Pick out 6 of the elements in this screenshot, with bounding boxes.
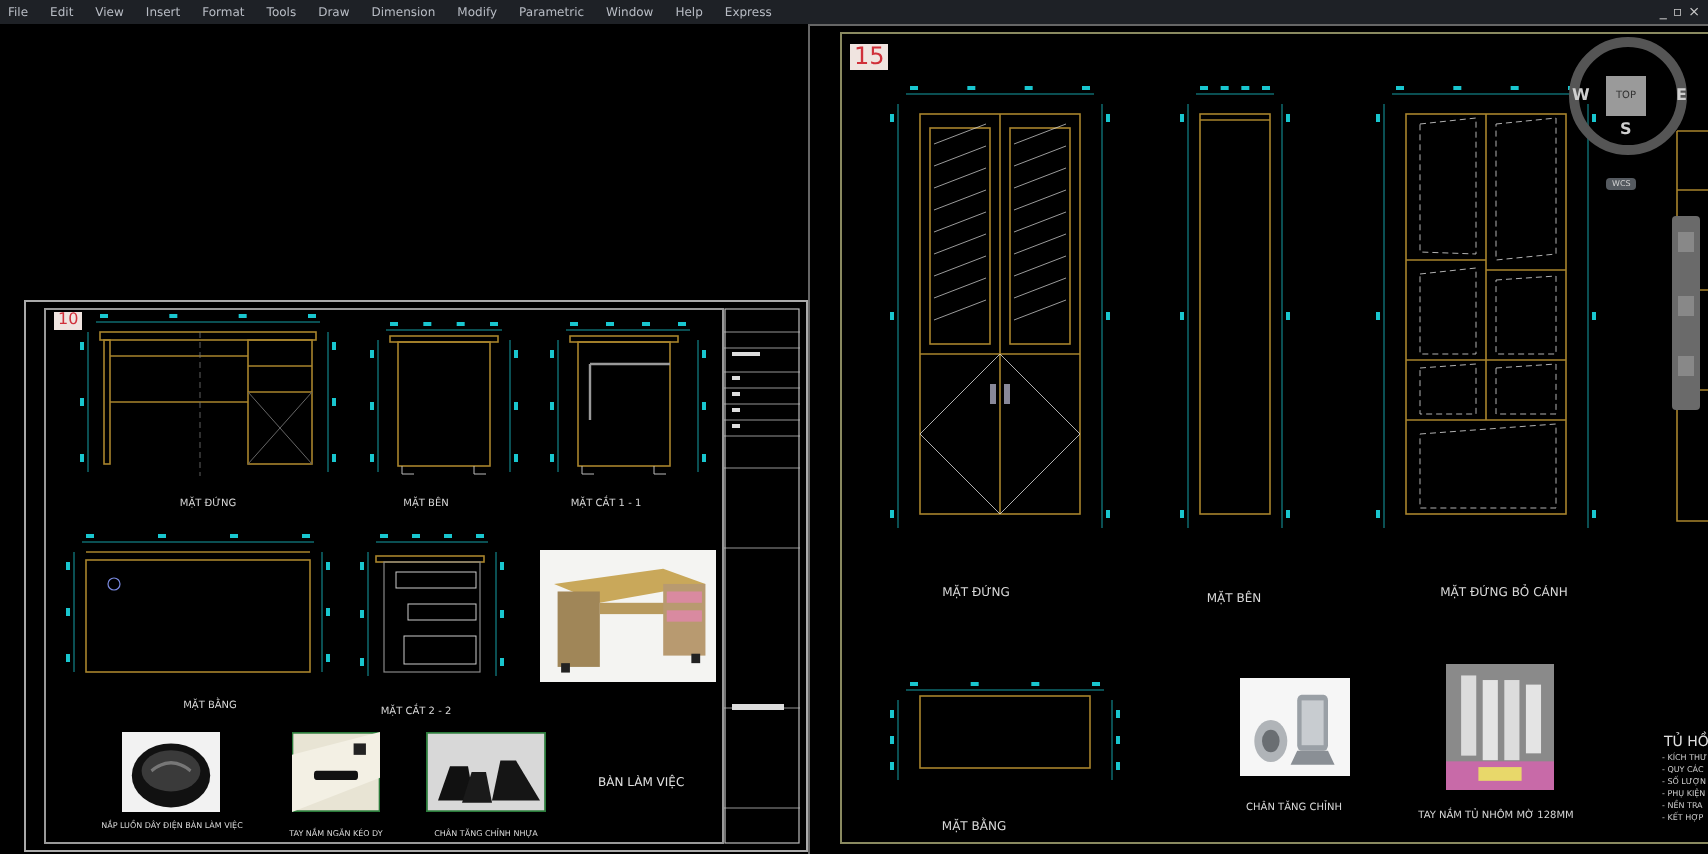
sheet-number: 15 bbox=[850, 44, 889, 71]
compass-direction[interactable]: W bbox=[1572, 86, 1590, 104]
compass-direction[interactable]: E bbox=[1676, 86, 1687, 104]
sheet-number: 10 bbox=[54, 312, 83, 330]
navigation-bar[interactable] bbox=[1672, 216, 1700, 410]
compass-direction[interactable]: S bbox=[1620, 120, 1632, 138]
